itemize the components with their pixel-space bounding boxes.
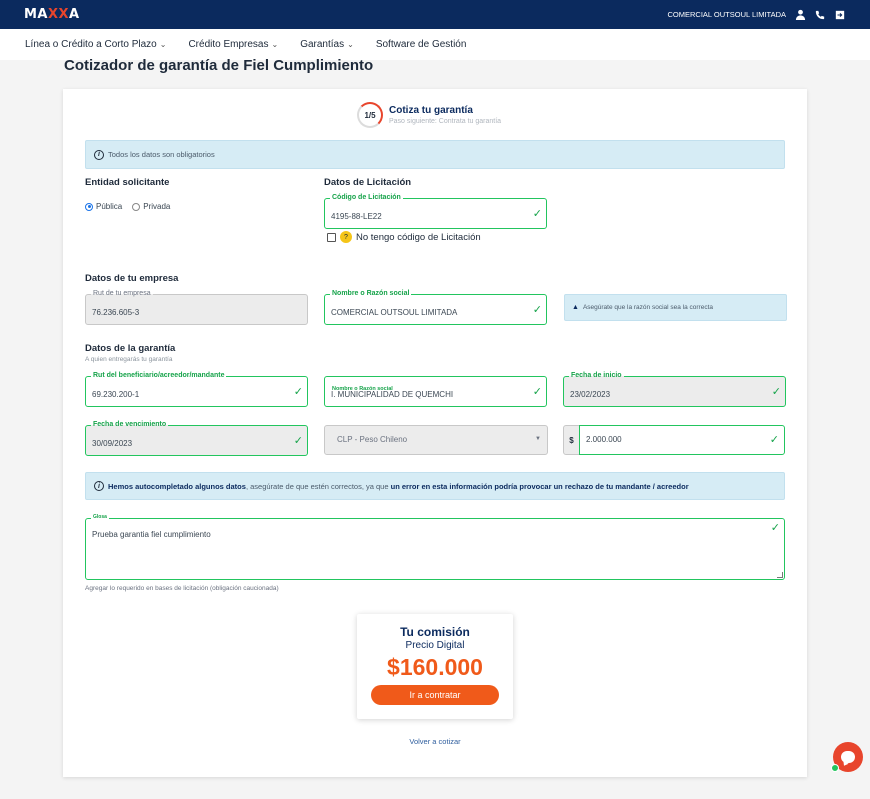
top-right-area: COMERCIAL OUTSOUL LIMITADA [668,9,847,21]
radio-privada[interactable]: Privada [132,202,170,211]
codigo-licitacion-label: Código de Licitación [330,193,403,203]
empresa-title: Datos de tu empresa [85,273,179,284]
chat-bubble-icon [841,751,855,763]
glosa-textarea[interactable]: Glosa Prueba garantia fiel cumplimiento … [85,514,785,580]
page-title: Cotizador de garantía de Fiel Cumplimien… [64,57,374,74]
razon-social-beneficiario-value: I. MUNICIPALIDAD DE QUEMCHI [331,390,454,399]
company-name: COMERCIAL OUTSOUL LIMITADA [667,10,787,19]
volver-a-cotizar-link[interactable]: Volver a cotizar [63,737,807,746]
chevron-down-icon: ⌄ [347,40,354,49]
fecha-vencimiento-label: Fecha de vencimiento [91,420,169,430]
info-icon: i [94,149,104,160]
main-nav: Línea o Crédito a Corto Plazo ⌄ Crédito E… [0,29,870,60]
commission-card: Tu comisión Precio Digital $160.000 Ir a… [357,614,513,719]
caret-down-icon: ▼ [535,436,541,442]
maxxa-logo[interactable]: MAXXA [24,7,80,22]
razon-social-note: ▲ Asegúrate que la razón social sea la c… [564,294,787,321]
radio-dot-selected[interactable] [85,202,93,211]
amount-value: 2.000.000 [586,435,622,444]
glosa-value: Prueba garantia fiel cumplimiento [92,530,211,539]
no-code-label: No tengo código de Licitación [356,231,481,243]
currency-select[interactable]: CLP - Peso Chileno ▼ [324,425,548,455]
rut-beneficiario-field[interactable]: Rut del beneficiario/acreedor/mandante 6… [85,371,308,407]
fecha-inicio-field[interactable]: Fecha de inicio 23/02/2023 ✓ [563,371,786,407]
licitacion-title: Datos de Licitación [324,177,412,188]
ir-a-contratar-button[interactable]: Ir a contratar [371,685,499,705]
info-icon: i [94,481,104,491]
thinking-face-icon: ? [340,231,352,243]
fecha-inicio-value: 23/02/2023 [570,390,611,399]
autocomplete-info-box: i Hemos autocompletado algunos datos, as… [85,472,785,500]
no-code-checkbox-row: ? No tengo código de Licitación [327,231,481,243]
logout-icon[interactable] [834,9,846,21]
glosa-label: Glosa [91,514,109,520]
codigo-licitacion-value: 4195-88-LE22 [331,212,382,221]
online-status-dot [831,764,839,772]
check-icon: ✓ [293,435,303,447]
fecha-inicio-label: Fecha de inicio [569,371,624,381]
check-icon: ✓ [293,386,303,398]
step-next: Paso siguiente: Contrata tu garantía [389,118,502,125]
warning-icon: ▲ [572,304,579,311]
required-info-box: i Todos los datos son obligatorios [85,140,785,169]
fecha-vencimiento-value: 30/09/2023 [92,439,133,448]
rut-beneficiario-value: 69.230.200-1 [92,390,140,399]
razon-social-beneficiario-field[interactable]: Nombre o Razón social I. MUNICIPALIDAD D… [324,376,547,407]
fecha-vencimiento-field[interactable]: Fecha de vencimiento 30/09/2023 ✓ [85,420,308,456]
radio-dot[interactable] [132,202,141,211]
step-progress-ring: 1/5 [357,102,383,128]
entidad-title: Entidad solicitante [85,177,170,188]
check-icon: ✓ [532,304,542,316]
top-bar: MAXXA COMERCIAL OUTSOUL LIMITADA [0,0,870,29]
quote-form-card: 1/5 Cotiza tu garantía Paso siguiente: C… [63,89,807,777]
phone-icon[interactable] [814,9,826,21]
garantia-title: Datos de la garantía [85,343,176,354]
check-icon: ✓ [770,522,780,534]
rut-empresa-field[interactable]: Rut de tu empresa 76.236.605-3 [85,289,308,325]
check-icon: ✓ [532,208,542,220]
rut-empresa-value: 76.236.605-3 [92,308,140,317]
radio-publica[interactable]: Pública [85,202,122,211]
check-icon: ✓ [771,386,781,398]
glosa-helper: Agregar lo requerido en bases de licitac… [85,585,279,592]
user-icon[interactable] [794,9,806,21]
commission-subtitle: Precio Digital [405,640,465,651]
step-indicator: 1/5 Cotiza tu garantía Paso siguiente: C… [357,102,501,128]
check-icon: ✓ [769,434,779,446]
chevron-down-icon: ⌄ [271,40,279,49]
razon-social-label: Nombre o Razón social [330,289,412,299]
amount-input[interactable]: 2.000.000 ✓ [579,425,785,455]
rut-empresa-label: Rut de tu empresa [91,289,153,299]
step-title: Cotiza tu garantía [389,105,473,116]
nav-item-credito-empresas[interactable]: Crédito Empresas ⌄ [188,39,278,50]
required-info-text: Todos los datos son obligatorios [108,150,215,159]
razon-social-empresa-field[interactable]: Nombre o Razón social COMERCIAL OUTSOUL … [324,289,547,325]
entidad-radio-group: Pública Privada [85,202,170,211]
garantia-subtitle: A quien entregarás tu garantía [85,356,173,363]
codigo-licitacion-field[interactable]: Código de Licitación 4195-88-LE22 ✓ [324,193,547,229]
nav-item-linea-credito[interactable]: Línea o Crédito a Corto Plazo ⌄ [25,39,166,50]
check-icon: ✓ [532,386,542,398]
chevron-down-icon: ⌄ [159,40,167,49]
commission-title: Tu comisión [400,625,470,639]
rut-beneficiario-label: Rut del beneficiario/acreedor/mandante [91,371,227,381]
razon-social-value: COMERCIAL OUTSOUL LIMITADA [331,308,458,317]
nav-item-garantias[interactable]: Garantías ⌄ [300,39,354,50]
resize-handle[interactable] [777,572,783,578]
nav-item-software-gestion[interactable]: Software de Gestión [376,39,467,50]
commission-price: $160.000 [387,654,483,680]
no-code-checkbox[interactable] [327,232,336,242]
currency-symbol: $ [563,425,580,455]
